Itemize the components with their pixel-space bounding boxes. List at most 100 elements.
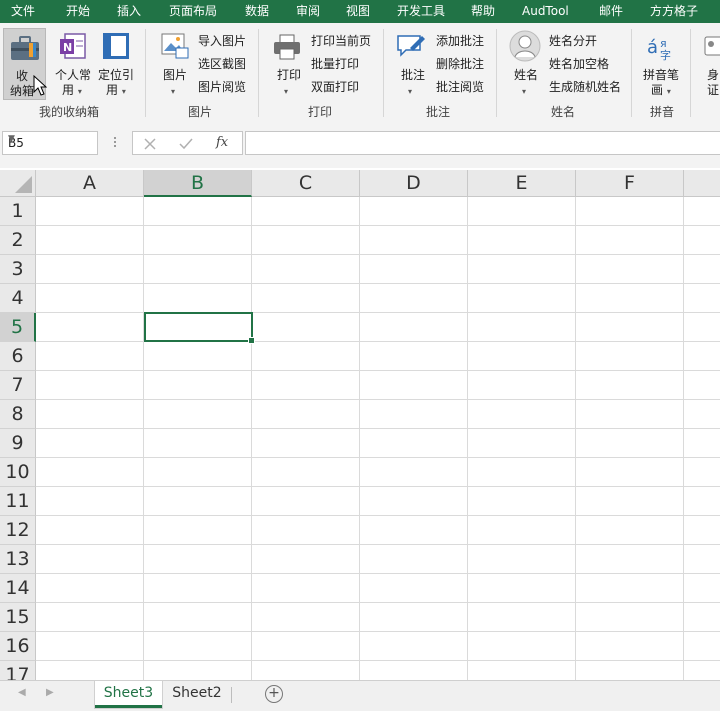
grid-line (251, 197, 252, 680)
grid-line (36, 602, 720, 603)
sheet-tab-sheet3[interactable]: Sheet3 (95, 681, 162, 708)
row-header-14[interactable]: 14 (0, 574, 36, 603)
row-header-10[interactable]: 10 (0, 458, 36, 487)
column-header-partial[interactable] (684, 170, 720, 197)
grid-line (36, 341, 720, 342)
row-header-5[interactable]: 5 (0, 313, 36, 342)
cancel-icon[interactable] (144, 138, 156, 150)
group-label-pinyin: 拼音 (650, 105, 675, 119)
row-header-16[interactable]: 16 (0, 632, 36, 661)
fill-handle[interactable] (248, 337, 255, 344)
picture-button[interactable]: 图片 ▾ (155, 28, 195, 100)
grid-line (143, 197, 144, 680)
column-header-f[interactable]: F (576, 170, 684, 197)
pinyin-stroke-button[interactable]: á я 字 拼音笔 画 ▾ (638, 28, 684, 100)
formula-bar-drag-handle[interactable] (113, 136, 117, 150)
grid-line (36, 544, 720, 545)
row-header-3[interactable]: 3 (0, 255, 36, 284)
group-separator (690, 29, 691, 117)
column-header-d[interactable]: D (360, 170, 468, 197)
grid-line (36, 312, 720, 313)
scroll-right-icon[interactable]: ▶ (46, 687, 54, 698)
add-sheet-button[interactable]: + (265, 685, 283, 703)
sheet-tab-sheet2[interactable]: Sheet2 (164, 681, 230, 708)
print-current-page-button[interactable]: 打印当前页 (311, 34, 371, 49)
storage-box-label-1: 收 (16, 69, 29, 83)
row-header-6[interactable]: 6 (0, 342, 36, 371)
duplex-print-button[interactable]: 双面打印 (311, 80, 359, 95)
column-header-e[interactable]: E (468, 170, 576, 197)
menu-fangfang[interactable]: 方方格子 (650, 0, 698, 23)
picture-icon (161, 33, 189, 59)
row-header-8[interactable]: 8 (0, 400, 36, 429)
menu-page-layout[interactable]: 页面布局 (169, 0, 217, 23)
row-header-12[interactable]: 12 (0, 516, 36, 545)
picture-preview-button[interactable]: 图片阅览 (198, 80, 246, 95)
id-card-label-2: 证 (707, 83, 720, 97)
locate-reference-button[interactable]: 定位引 用 ▾ (96, 28, 138, 100)
select-all-button[interactable] (0, 170, 36, 197)
name-label: 姓名 (514, 68, 539, 82)
add-comment-button[interactable]: 添加批注 (436, 34, 484, 49)
selected-cell[interactable] (144, 312, 255, 344)
menu-file[interactable]: 文件 (11, 0, 35, 23)
menu-review[interactable]: 审阅 (296, 0, 320, 23)
grid-line (36, 631, 720, 632)
menu-data[interactable]: 数据 (245, 0, 269, 23)
row-header-17[interactable]: 17 (0, 661, 36, 680)
grid-line (575, 197, 576, 680)
row-header-7[interactable]: 7 (0, 371, 36, 400)
chevron-down-icon[interactable]: ▼ (8, 134, 93, 144)
confirm-icon[interactable] (179, 138, 193, 150)
menu-help[interactable]: 帮助 (471, 0, 495, 23)
random-name-button[interactable]: 生成随机姓名 (549, 80, 621, 95)
row-header-4[interactable]: 4 (0, 284, 36, 313)
insert-function-icon[interactable]: fx (216, 135, 228, 150)
row-header-15[interactable]: 15 (0, 603, 36, 632)
split-name-button[interactable]: 姓名分开 (549, 34, 597, 49)
row-header-1[interactable]: 1 (0, 197, 36, 226)
batch-print-button[interactable]: 批量打印 (311, 57, 359, 72)
column-header-b[interactable]: B (144, 170, 252, 197)
onenote-icon: N (60, 33, 86, 59)
group-separator (383, 29, 384, 117)
area-screenshot-button[interactable]: 选区截图 (198, 57, 246, 72)
comment-caret: ▾ (408, 87, 413, 96)
id-card-button[interactable]: 身 证 (698, 28, 720, 100)
row-header-2[interactable]: 2 (0, 226, 36, 255)
grid-line (36, 573, 720, 574)
menu-home[interactable]: 开始 (66, 0, 90, 23)
name-button[interactable]: 姓名 ▾ (506, 28, 546, 100)
row-header-9[interactable]: 9 (0, 429, 36, 458)
personal-label-1: 个人常 (55, 68, 92, 82)
personal-frequent-button[interactable]: N 个人常 用 ▾ (52, 28, 94, 100)
group-label-print: 打印 (308, 105, 333, 119)
formula-input[interactable] (245, 131, 720, 155)
group-label-picture: 图片 (188, 105, 213, 119)
id-card-icon (704, 36, 720, 56)
row-header-11[interactable]: 11 (0, 487, 36, 516)
delete-comment-button[interactable]: 删除批注 (436, 57, 484, 72)
name-add-space-button[interactable]: 姓名加空格 (549, 57, 609, 72)
comment-preview-button[interactable]: 批注阅览 (436, 80, 484, 95)
menu-mail[interactable]: 邮件 (599, 0, 623, 23)
menu-developer[interactable]: 开发工具 (397, 0, 445, 23)
print-button[interactable]: 打印 ▾ (268, 28, 308, 100)
scroll-left-icon[interactable]: ◀ (18, 687, 26, 698)
column-header-c[interactable]: C (252, 170, 360, 197)
column-header-a[interactable]: A (36, 170, 144, 197)
menu-view[interactable]: 视图 (346, 0, 370, 23)
grid-line (36, 428, 720, 429)
group-separator (258, 29, 259, 117)
import-picture-button[interactable]: 导入图片 (198, 34, 246, 49)
menu-insert[interactable]: 插入 (117, 0, 141, 23)
pinyin-label-2: 画 ▾ (651, 83, 671, 97)
row-header-13[interactable]: 13 (0, 545, 36, 574)
svg-text:N: N (63, 41, 72, 54)
comment-button[interactable]: 批注 ▾ (392, 28, 432, 100)
menu-audtool[interactable]: AudTool (522, 0, 569, 23)
worksheet-grid: ABCDEF 1 2 3 4 5 6 7 8 9 10 11 12 13 14 15 16 17 (0, 170, 720, 680)
comment-icon (397, 35, 425, 57)
name-box[interactable]: B5 ▼ (2, 131, 98, 155)
pinyin-label-1: 拼音笔 (643, 68, 680, 82)
